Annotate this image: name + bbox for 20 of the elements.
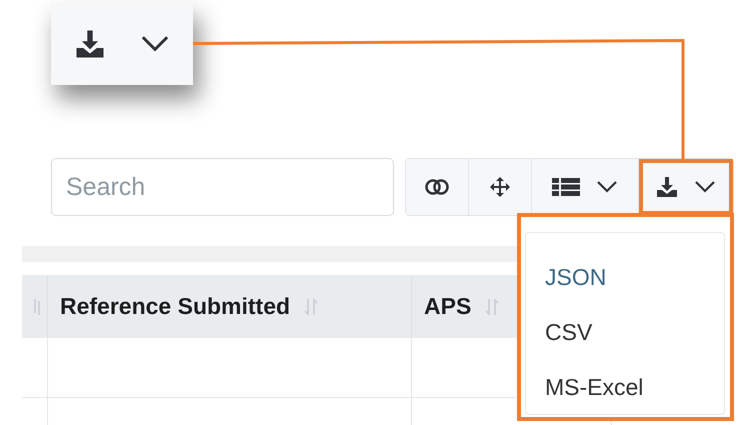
export-button[interactable] <box>639 159 733 215</box>
column-title: Reference Submitted <box>60 293 290 320</box>
toggle-button[interactable] <box>406 159 469 215</box>
download-icon <box>656 176 678 198</box>
chevron-down-icon <box>596 180 618 194</box>
search-field[interactable]: Search <box>51 158 394 216</box>
sort-icon <box>304 298 318 316</box>
column-title: APS <box>424 293 472 320</box>
toggle-icon <box>425 179 449 195</box>
chevron-down-icon <box>694 180 716 194</box>
list-icon <box>552 178 580 196</box>
chevron-down-icon <box>140 34 170 54</box>
table-header-cell[interactable]: Reference Submitted <box>48 275 412 338</box>
sort-icon <box>32 298 42 314</box>
download-icon <box>74 29 104 59</box>
table-header-cell[interactable] <box>22 275 48 338</box>
move-icon <box>490 177 510 197</box>
table-cell <box>22 338 48 398</box>
menu-item[interactable]: MS-Excel <box>526 367 724 408</box>
sort-icon <box>485 298 500 316</box>
